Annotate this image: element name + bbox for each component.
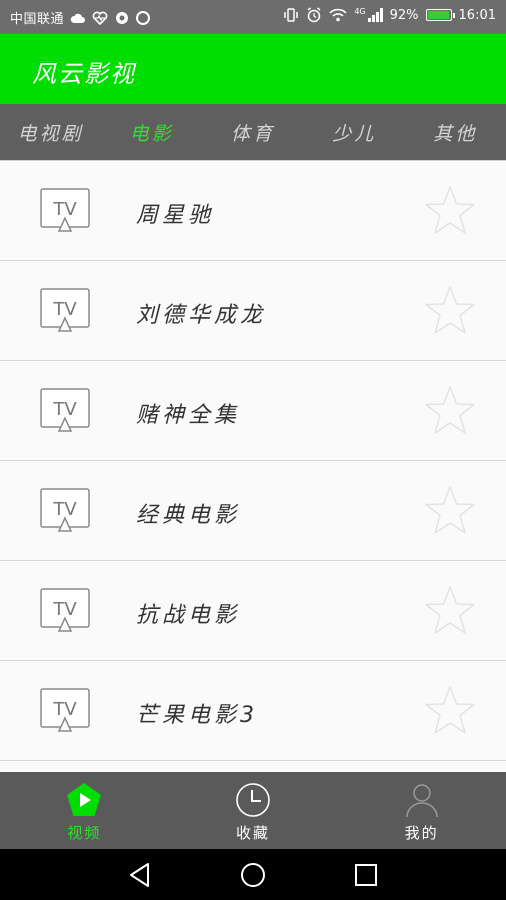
chat-icon — [136, 10, 151, 25]
list-item[interactable]: TV 赌神全集 — [0, 361, 506, 461]
tab-other[interactable]: 其他 — [405, 104, 506, 160]
favorite-star-icon[interactable] — [424, 585, 476, 637]
favorite-star-icon[interactable] — [424, 285, 476, 337]
tv-icon: TV — [40, 388, 90, 432]
home-icon[interactable] — [239, 861, 267, 889]
battery-percent: 92% — [389, 7, 419, 23]
list-item-label: 赌神全集 — [136, 403, 241, 428]
list-item[interactable]: TV 刘德华成龙 — [0, 261, 506, 361]
app-bar: 风云影视 — [0, 34, 506, 104]
favorite-star-icon[interactable] — [424, 685, 476, 737]
tab-sports[interactable]: 体育 — [202, 104, 303, 160]
status-right: 4G 92% 16:01 — [283, 7, 496, 23]
tab-kids[interactable]: 少儿 — [304, 104, 405, 160]
back-icon[interactable] — [126, 861, 154, 889]
clock-icon — [236, 783, 270, 817]
system-nav-bar — [0, 849, 506, 900]
list-item-label: 经典电影 — [136, 503, 241, 528]
list-item-label: 抗战电影 — [136, 603, 241, 628]
favorite-star-icon[interactable] — [424, 385, 476, 437]
list-item[interactable]: TV 周星驰 — [0, 161, 506, 261]
favorite-star-icon[interactable] — [424, 485, 476, 537]
status-bar: 中国联通 4G 92% 16:01 — [0, 0, 506, 34]
list-item-label: 周星驰 — [136, 203, 215, 228]
play-icon — [67, 783, 102, 816]
list-item[interactable]: TV 经典电影 — [0, 461, 506, 561]
battery-icon — [425, 9, 455, 21]
channel-list: TV 周星驰 TV 刘德华成龙 TV 赌神全集 TV 经典电影 TV 抗战电影 … — [0, 161, 506, 772]
wifi-icon — [329, 8, 347, 22]
clock-time: 16:01 — [458, 7, 496, 23]
message-icon — [116, 11, 129, 24]
status-left: 中国联通 — [10, 8, 151, 27]
nav-video-label: 视频 — [67, 824, 102, 842]
list-item[interactable]: TV 抗战电影 — [0, 561, 506, 661]
network-type: 4G — [354, 7, 366, 16]
recents-icon[interactable] — [352, 861, 380, 889]
heart-rate-icon — [92, 11, 108, 25]
alarm-icon — [307, 7, 321, 23]
tv-icon: TV — [40, 288, 90, 332]
nav-favorites[interactable]: 收藏 — [169, 772, 338, 849]
screen: 中国联通 4G 92% 16:01 风云影视 电视剧 电影 体育 少儿 其他 T… — [0, 0, 506, 900]
nav-video[interactable]: 视频 — [0, 772, 169, 849]
tab-movies[interactable]: 电影 — [101, 104, 202, 160]
user-icon — [405, 784, 438, 818]
list-item[interactable]: TV 芒果电影3 — [0, 661, 506, 761]
favorite-star-icon[interactable] — [424, 185, 476, 237]
tv-icon: TV — [40, 488, 90, 532]
nav-mine[interactable]: 我的 — [337, 772, 506, 849]
nav-mine-label: 我的 — [404, 824, 439, 842]
tv-icon: TV — [40, 688, 90, 732]
vibrate-icon — [284, 8, 299, 22]
nav-favorites-label: 收藏 — [236, 824, 271, 842]
signal-icon — [367, 8, 383, 22]
tv-icon: TV — [40, 188, 90, 232]
bottom-nav: 视频 收藏 我的 — [0, 772, 506, 849]
category-tabs: 电视剧 电影 体育 少儿 其他 — [0, 104, 506, 161]
carrier-label: 中国联通 — [10, 12, 65, 27]
cloud-icon — [70, 13, 86, 23]
app-title: 风云影视 — [32, 60, 136, 88]
tv-icon: TV — [40, 588, 90, 632]
list-item-label: 刘德华成龙 — [136, 303, 267, 328]
list-item-label: 芒果电影3 — [136, 703, 258, 728]
tab-tv-series[interactable]: 电视剧 — [0, 104, 101, 160]
